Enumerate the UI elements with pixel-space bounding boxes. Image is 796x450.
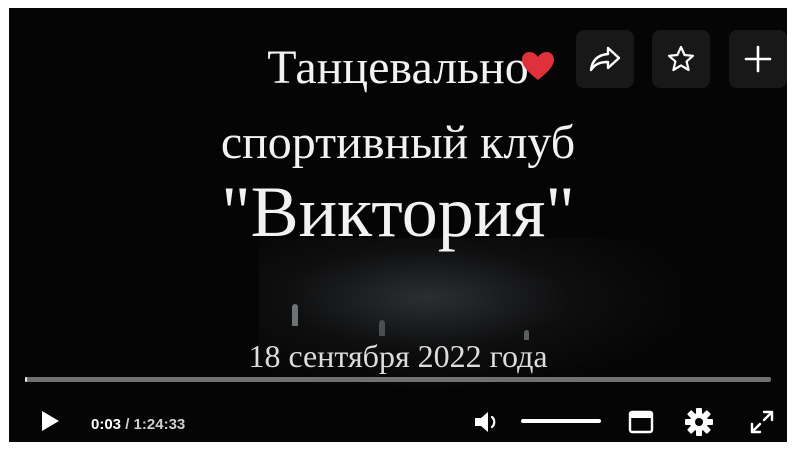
- add-button[interactable]: [729, 30, 787, 88]
- dancer-figure: [379, 320, 385, 336]
- duration: 1:24:33: [133, 416, 186, 433]
- play-button[interactable]: [35, 406, 65, 436]
- gear-icon: [685, 408, 713, 436]
- time-display: 0:03 / 1:24:33: [91, 416, 185, 433]
- play-icon: [42, 411, 59, 431]
- miniplayer-button[interactable]: [626, 408, 656, 436]
- star-icon: [667, 45, 695, 72]
- volume-slider[interactable]: [521, 419, 601, 423]
- dancer-figure: [292, 304, 298, 326]
- share-button[interactable]: [576, 30, 634, 88]
- expand-icon: [750, 410, 774, 434]
- settings-button[interactable]: [682, 406, 716, 438]
- time-separator: /: [121, 416, 134, 433]
- title-line-3: "Виктория": [221, 172, 575, 252]
- share-icon: [589, 46, 621, 72]
- like-button[interactable]: [520, 50, 556, 87]
- plus-icon: [744, 45, 772, 73]
- date-line: 18 сентября 2022 года: [248, 338, 548, 374]
- fullscreen-button[interactable]: [747, 408, 777, 436]
- control-bar: 0:03 / 1:24:33: [9, 388, 787, 442]
- current-time: 0:03: [91, 416, 122, 433]
- favorite-button[interactable]: [652, 30, 710, 88]
- progress-bar[interactable]: [25, 377, 771, 382]
- heart-icon: [522, 52, 554, 80]
- volume-button[interactable]: [471, 408, 511, 436]
- progress-fill: [25, 377, 27, 382]
- volume-icon: [475, 412, 496, 432]
- window-icon: [628, 410, 654, 434]
- video-player[interactable]: Танцевально спортивный клуб "Виктория" 1…: [9, 8, 787, 442]
- title-line-2: спортивный клуб: [220, 116, 576, 169]
